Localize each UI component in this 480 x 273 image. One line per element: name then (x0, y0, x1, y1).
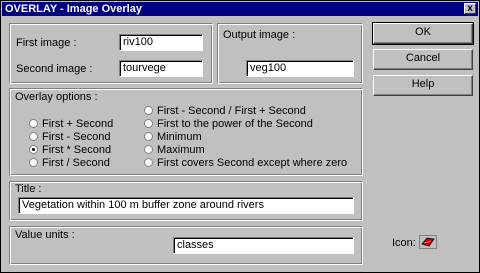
window-title: OVERLAY - Image Overlay (5, 3, 142, 15)
second-image-field[interactable]: tourvege (119, 60, 203, 77)
radio-icon (29, 119, 38, 128)
ok-button[interactable]: OK (372, 22, 474, 45)
title-field[interactable]: Vegetation within 100 m buffer zone arou… (18, 197, 354, 214)
close-button[interactable]: x (464, 3, 476, 14)
radio-icon (144, 158, 153, 167)
option-normalized-difference[interactable]: First - Second / First + Second (144, 105, 306, 117)
option-first-power-second[interactable]: First to the power of the Second (144, 118, 313, 130)
output-image-field[interactable]: veg100 (246, 60, 354, 77)
second-image-label: Second image : (16, 63, 93, 75)
radio-icon (144, 132, 153, 141)
option-first-times-second[interactable]: First * Second (29, 144, 111, 156)
option-maximum[interactable]: Maximum (144, 144, 205, 156)
radio-icon (144, 145, 153, 154)
first-image-field[interactable]: riv100 (119, 34, 203, 51)
cancel-button[interactable]: Cancel (373, 49, 473, 70)
palette-icon[interactable] (419, 235, 437, 249)
title-bar: OVERLAY - Image Overlay x (2, 2, 478, 16)
help-button[interactable]: Help (373, 75, 473, 96)
option-first-minus-second[interactable]: First - Second (29, 131, 110, 143)
value-units-label: Value units : (15, 229, 75, 241)
output-image-label: Output image : (223, 29, 296, 41)
radio-icon (144, 119, 153, 128)
first-image-label: First image : (16, 37, 77, 49)
overlay-options-label: Overlay options : (15, 91, 98, 103)
option-first-plus-second[interactable]: First + Second (29, 118, 113, 130)
overlay-dialog: OVERLAY - Image Overlay x First image : … (0, 0, 480, 273)
radio-icon (29, 132, 38, 141)
option-first-divide-second[interactable]: First / Second (29, 157, 110, 169)
option-minimum[interactable]: Minimum (144, 131, 202, 143)
icon-label: Icon: (392, 237, 416, 249)
radio-icon (144, 106, 153, 115)
title-label: Title : (15, 183, 42, 195)
option-first-covers-second[interactable]: First covers Second except where zero (144, 157, 347, 169)
radio-selected-icon (29, 145, 38, 154)
value-units-field[interactable]: classes (173, 237, 354, 254)
radio-icon (29, 158, 38, 167)
